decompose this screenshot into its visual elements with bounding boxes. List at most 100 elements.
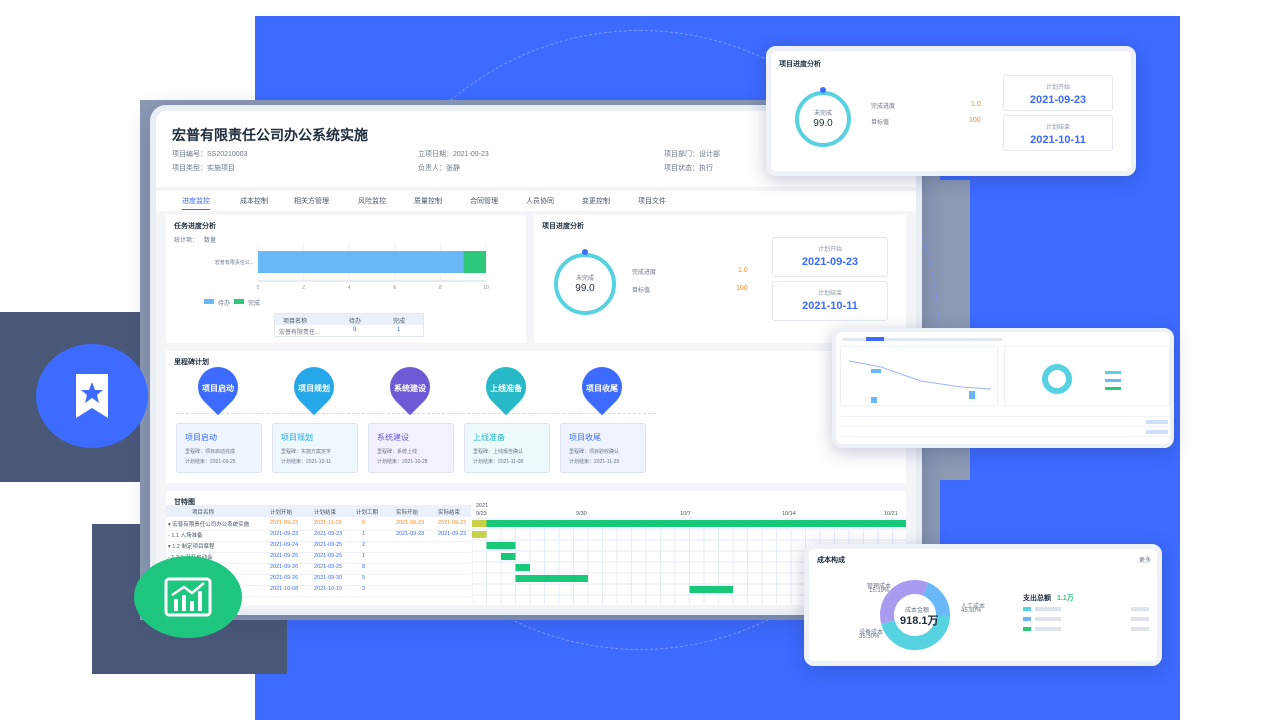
tab-cost[interactable]: 成本控制 — [240, 196, 268, 206]
chart-stats-icon — [164, 577, 212, 617]
gantt-bar — [472, 520, 906, 527]
mini-line-chart-svg — [848, 360, 992, 403]
bar-tick-label: 2 — [302, 285, 305, 291]
tab-bar: 进度监控 成本控制 相关方管理 风险监控 质量控制 合同管理 人员协同 变更控制… — [156, 191, 916, 211]
mini-legend-3 — [1105, 387, 1121, 390]
bookmark-star-icon — [76, 374, 108, 418]
plan-start-date: 2021-09-23 — [801, 256, 859, 268]
bookmark-star-badge — [36, 344, 148, 448]
cost-title: 成本构成 — [817, 557, 845, 564]
task-table-cell-name: 宏普有限责任... — [279, 330, 321, 336]
progress-gauge: 未完成 99.0 — [554, 253, 616, 315]
mini-bar-1 — [871, 369, 881, 373]
gantt-cell-d: 8 — [362, 564, 366, 570]
float-plan-start-date: 2021-09-23 — [1029, 94, 1087, 106]
bar-tick-label: 0 — [257, 285, 260, 291]
float-plan-end-date: 2021-10-11 — [1030, 134, 1086, 146]
tab-files[interactable]: 项目文件 — [638, 196, 666, 206]
project-type: 项目类型：实施项目 — [172, 165, 235, 172]
tab-progress[interactable]: 进度监控 — [182, 196, 210, 210]
cost-legend-bar-3 — [1035, 627, 1061, 631]
legend-pending: 待办 — [218, 301, 231, 307]
target-value: 100 — [736, 285, 748, 292]
milestone-card-3[interactable]: 系统建设 里程碑：系统上线 计划结束：2021-10-28 — [368, 423, 454, 473]
gantt-head-ae: 实际结束 — [438, 510, 461, 516]
task-table-cell-done[interactable]: 1 — [397, 327, 400, 333]
task-table-head-name: 项目名称 — [283, 319, 308, 325]
gantt-year: 2021 — [476, 503, 489, 509]
project-status: 项目状态：执行 — [664, 165, 713, 172]
target-label: 目标值 — [632, 288, 651, 294]
gantt-cell-pe: 2021-09-25 — [314, 564, 343, 570]
task-table-head-pending: 待办 — [349, 319, 362, 325]
project-title: 宏普有限责任公司办公系统实施 — [172, 127, 368, 143]
mini-table-action-1[interactable] — [1146, 420, 1168, 424]
milestone-card-1[interactable]: 项目启动 里程碑：项目启动完成 计划结束：2021-09-25 — [176, 423, 262, 473]
gantt-cell-pe: 2021-09-25 — [314, 542, 343, 548]
gantt-actual-bar — [472, 531, 487, 538]
mini-table-rule-1 — [840, 416, 1170, 417]
legend-done-swatch — [234, 299, 244, 304]
cost-legend-val-2 — [1131, 617, 1149, 621]
milestone-end-3: 计划结束：2021-10-28 — [377, 459, 428, 465]
gantt-cell-d: 6 — [362, 520, 366, 526]
gantt-bar — [486, 542, 516, 549]
task-table-cell-pending[interactable]: 9 — [353, 327, 356, 333]
milestone-card-2[interactable]: 项目规划 里程碑：实施方案定字 计划结束：2021-10-11 — [272, 423, 358, 473]
plan-end-label: 计划结束 — [817, 291, 842, 297]
floating-cost-card: 成本构成 更多 成本金额 918.1万 管理成本 15.19% 人工成本 45.… — [804, 544, 1162, 666]
cost-more-link[interactable]: 更多 — [1139, 555, 1151, 564]
tab-risk[interactable]: 风险监控 — [358, 196, 386, 206]
mini-line-chart — [840, 346, 998, 406]
gantt-cell-ae: 2021-09-23 — [438, 531, 467, 537]
tab-collab[interactable]: 人员协同 — [526, 196, 554, 206]
tab-change[interactable]: 变更控制 — [582, 196, 610, 206]
milestone-end-1: 计划结束：2021-09-25 — [185, 459, 236, 465]
project-progress-panel: 项目进度分析 未完成 99.0 完成进度 1.0 目标值 100 计划开始 20… — [534, 215, 906, 343]
cost-spend-value: 1.1万 — [1057, 595, 1074, 602]
bar-tick-label: 8 — [439, 285, 442, 291]
gantt-date-1: 9/23 — [476, 511, 487, 517]
gantt-cell-ps: 2021-09-25 — [270, 553, 299, 559]
promo-stage: 宏普有限责任公司办公系统实施 项目编号：SS20210003 项目类型：实施项目… — [0, 0, 1280, 720]
gantt-panel: 甘特图 项目名称 计划开始 计划结束 计划工期 实际开始 实际结束 2021 9… — [166, 491, 906, 605]
legend-done: 完成 — [248, 301, 261, 307]
float-target-label: 目标值 — [871, 120, 890, 126]
gantt-cell-name: - 1.1 入场准备 — [168, 533, 203, 539]
cost-spend-label: 支出总额 — [1023, 595, 1051, 602]
plan-start-card: 计划开始 2021-09-23 — [772, 237, 888, 277]
milestone-end-4: 计划结束：2021-11-08 — [473, 459, 524, 465]
gantt-bar — [515, 575, 588, 582]
gauge-value: 99.0 — [575, 283, 595, 294]
float-gauge-marker — [820, 87, 826, 93]
gantt-date-3: 10/7 — [680, 511, 691, 517]
mini-table-rule-2 — [840, 426, 1170, 427]
cost-legend-val-1 — [1131, 607, 1149, 611]
mini-legend-2 — [1105, 379, 1121, 382]
tab-stakeholders[interactable]: 相关方管理 — [294, 196, 329, 206]
task-table: 项目名称 待办 完成 宏普有限责任... 9 1 — [274, 313, 424, 337]
milestone-line — [176, 413, 656, 414]
float-plan-end-label: 计划结束 — [1045, 125, 1070, 131]
mini-table-action-2[interactable] — [1146, 430, 1168, 434]
gantt-cell-ps: 2021-09-26 — [270, 575, 299, 581]
float-plan-start-card: 计划开始 2021-09-23 — [1003, 75, 1113, 111]
gantt-cell-pe: 2021-09-25 — [314, 553, 343, 559]
bar-tick-label: 6 — [393, 285, 396, 291]
cost-center-value: 918.1万 — [900, 615, 939, 627]
mini-table-rule-3 — [840, 436, 1170, 437]
milestone-card-5[interactable]: 项目收尾 里程碑：项目验收确认 计划结束：2021-11-29 — [560, 423, 646, 473]
float-gauge-value: 99.0 — [813, 118, 833, 129]
milestone-pin-label-1: 项目启动 — [202, 384, 234, 393]
tab-contract[interactable]: 合同管理 — [470, 196, 498, 206]
floating-progress-card: 项目进度分析 未完成 99.0 完成进度 1.0 目标值 100 计划开始 20… — [766, 46, 1136, 176]
milestone-deliv-1: 里程碑：项目启动完成 — [185, 449, 236, 455]
mini-bar-3 — [969, 391, 975, 399]
tab-quality[interactable]: 质量控制 — [414, 196, 442, 206]
float-gauge-label: 未完成 — [813, 111, 832, 117]
milestone-card-4[interactable]: 上线准备 里程碑：上线报告确认 计划结束：2021-11-08 — [464, 423, 550, 473]
float-gauge: 未完成 99.0 — [795, 91, 851, 147]
plan-start-label: 计划开始 — [817, 247, 842, 253]
float-plan-end-card: 计划结束 2021-10-11 — [1003, 115, 1113, 151]
gantt-bar — [689, 586, 733, 593]
